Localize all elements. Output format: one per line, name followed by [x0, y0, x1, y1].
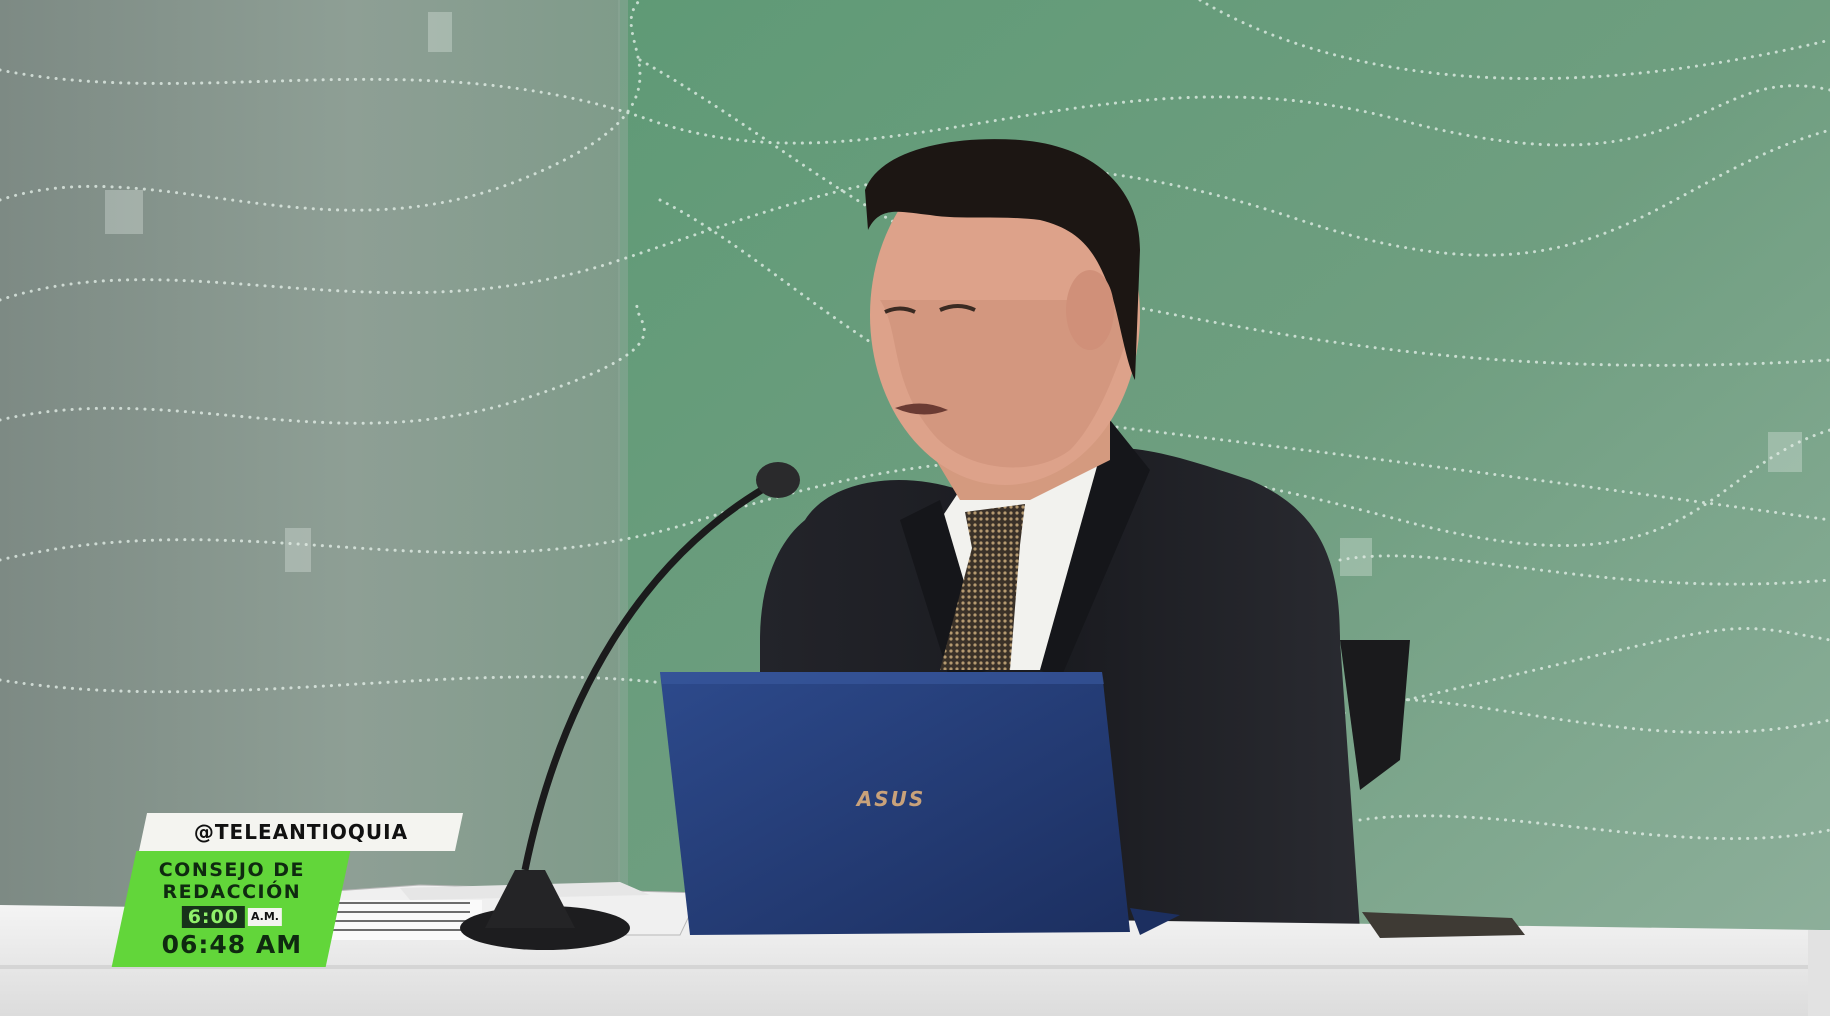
show-title: CONSEJO DE REDACCIÓN [158, 859, 305, 903]
show-time-period: A.M. [247, 908, 282, 926]
social-handle-bar: @TELEANTIOQUIA [138, 813, 464, 851]
social-handle: @TELEANTIOQUIA [193, 820, 409, 844]
current-clock: 06:48 AM [161, 930, 303, 959]
laptop-logo: ASUS [856, 787, 926, 811]
show-schedule: 6:00 A.M. [125, 906, 339, 928]
show-time: 6:00 [181, 906, 245, 928]
show-info-panel: CONSEJO DE REDACCIÓN 6:00 A.M. 06:48 AM [111, 851, 351, 967]
